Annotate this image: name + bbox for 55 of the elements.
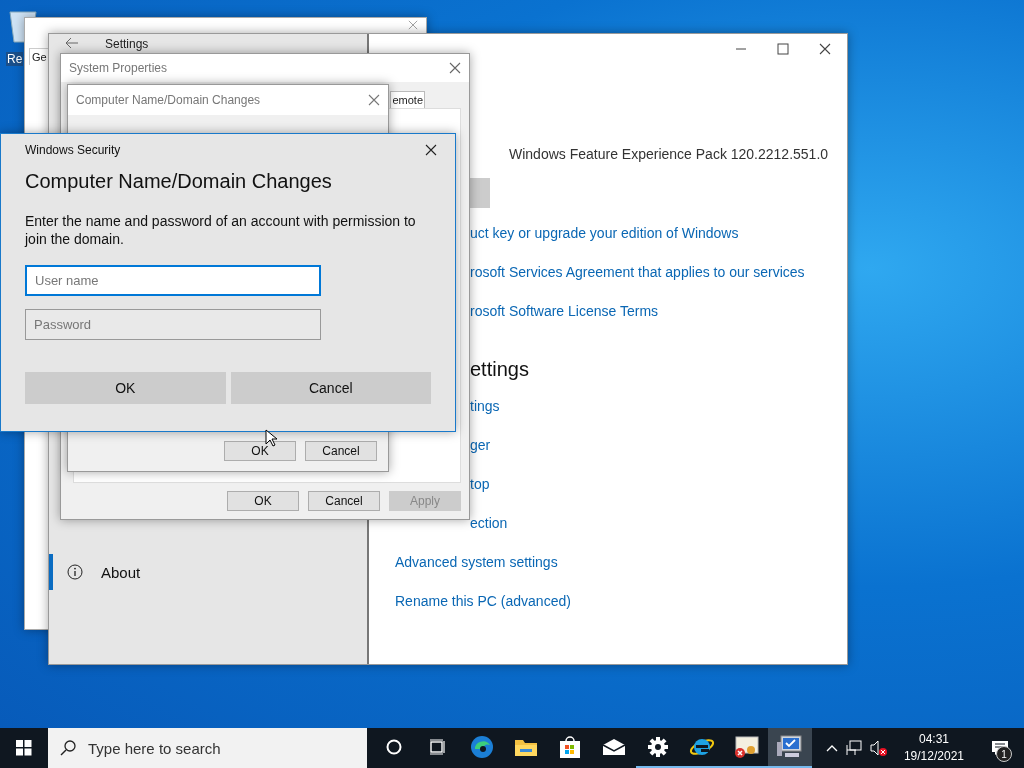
close-icon[interactable] (819, 43, 831, 55)
settings-link[interactable]: rosoft Services Agreement that applies to our services (470, 263, 805, 280)
dialog-button[interactable]: OK (227, 491, 299, 511)
dialog-button[interactable]: Cancel (308, 491, 380, 511)
settings-link[interactable]: tings (470, 397, 500, 414)
browser-icon[interactable] (470, 735, 494, 759)
speaker-muted-icon[interactable] (869, 740, 888, 756)
notification-button[interactable]: 1 (980, 728, 1020, 768)
network-icon[interactable] (845, 740, 862, 756)
circle-icon[interactable] (386, 739, 402, 755)
windows-icon (16, 740, 32, 756)
settings-link[interactable]: uct key or upgrade your edition of Windows (470, 224, 739, 241)
taskbar-app[interactable] (768, 728, 812, 768)
desktop-icon-label[interactable]: Re (6, 52, 24, 66)
window-title: Windows Security (25, 143, 121, 157)
chevron-up-icon[interactable] (825, 744, 838, 752)
close-icon[interactable] (425, 144, 437, 156)
certificate-icon[interactable] (733, 735, 759, 759)
settings-link[interactable]: ger (470, 436, 491, 453)
dialog-button[interactable]: OK (224, 441, 296, 461)
store-bag-icon[interactable] (559, 735, 581, 759)
computer-icon[interactable] (776, 734, 804, 760)
settings-link[interactable]: ection (470, 514, 508, 531)
settings-link[interactable]: rosoft Software License Terms (470, 302, 659, 319)
notification-count: 1 (996, 746, 1012, 762)
info-icon (67, 564, 83, 580)
version-text: Windows Feature Experience Pack 120.2212.551.0 (509, 146, 829, 162)
settings-link[interactable]: Rename this PC (advanced) (395, 592, 571, 609)
window-title: System Properties (69, 61, 168, 75)
dialog-heading: Computer Name/Domain Changes (25, 170, 333, 193)
search-icon (60, 740, 76, 756)
close-icon[interactable] (449, 62, 461, 74)
section-heading: ettings (470, 357, 529, 381)
envelope-icon[interactable] (602, 738, 626, 756)
dialog-button[interactable]: OK (25, 372, 226, 404)
back-arrow-icon[interactable] (65, 37, 79, 49)
tab[interactable]: Ge (29, 48, 50, 65)
input-field[interactable]: User name (25, 265, 321, 296)
nav-item[interactable]: About (49, 554, 367, 590)
clock[interactable]: 04:31 19/12/2021 (895, 731, 972, 765)
settings-link[interactable]: top (470, 475, 490, 492)
folder-icon[interactable] (514, 737, 538, 757)
input-field[interactable]: Password (25, 309, 321, 340)
tab[interactable]: emote (390, 91, 425, 108)
mouse-cursor-icon (265, 429, 277, 447)
dialog-message: Enter the name and password of an account with permission to join the domain. (25, 212, 417, 248)
nav-label: About (101, 563, 141, 581)
maximize-icon[interactable] (777, 43, 789, 55)
search-field[interactable]: Type here to search (48, 728, 367, 768)
dialog-button[interactable]: Cancel (305, 441, 377, 461)
dialog-button[interactable]: Cancel (230, 372, 431, 404)
task-view-icon[interactable] (429, 739, 447, 755)
window-title: Settings (105, 37, 149, 51)
window-title: Computer Name/Domain Changes (76, 93, 261, 107)
settings-link[interactable]: Advanced system settings (395, 553, 558, 570)
